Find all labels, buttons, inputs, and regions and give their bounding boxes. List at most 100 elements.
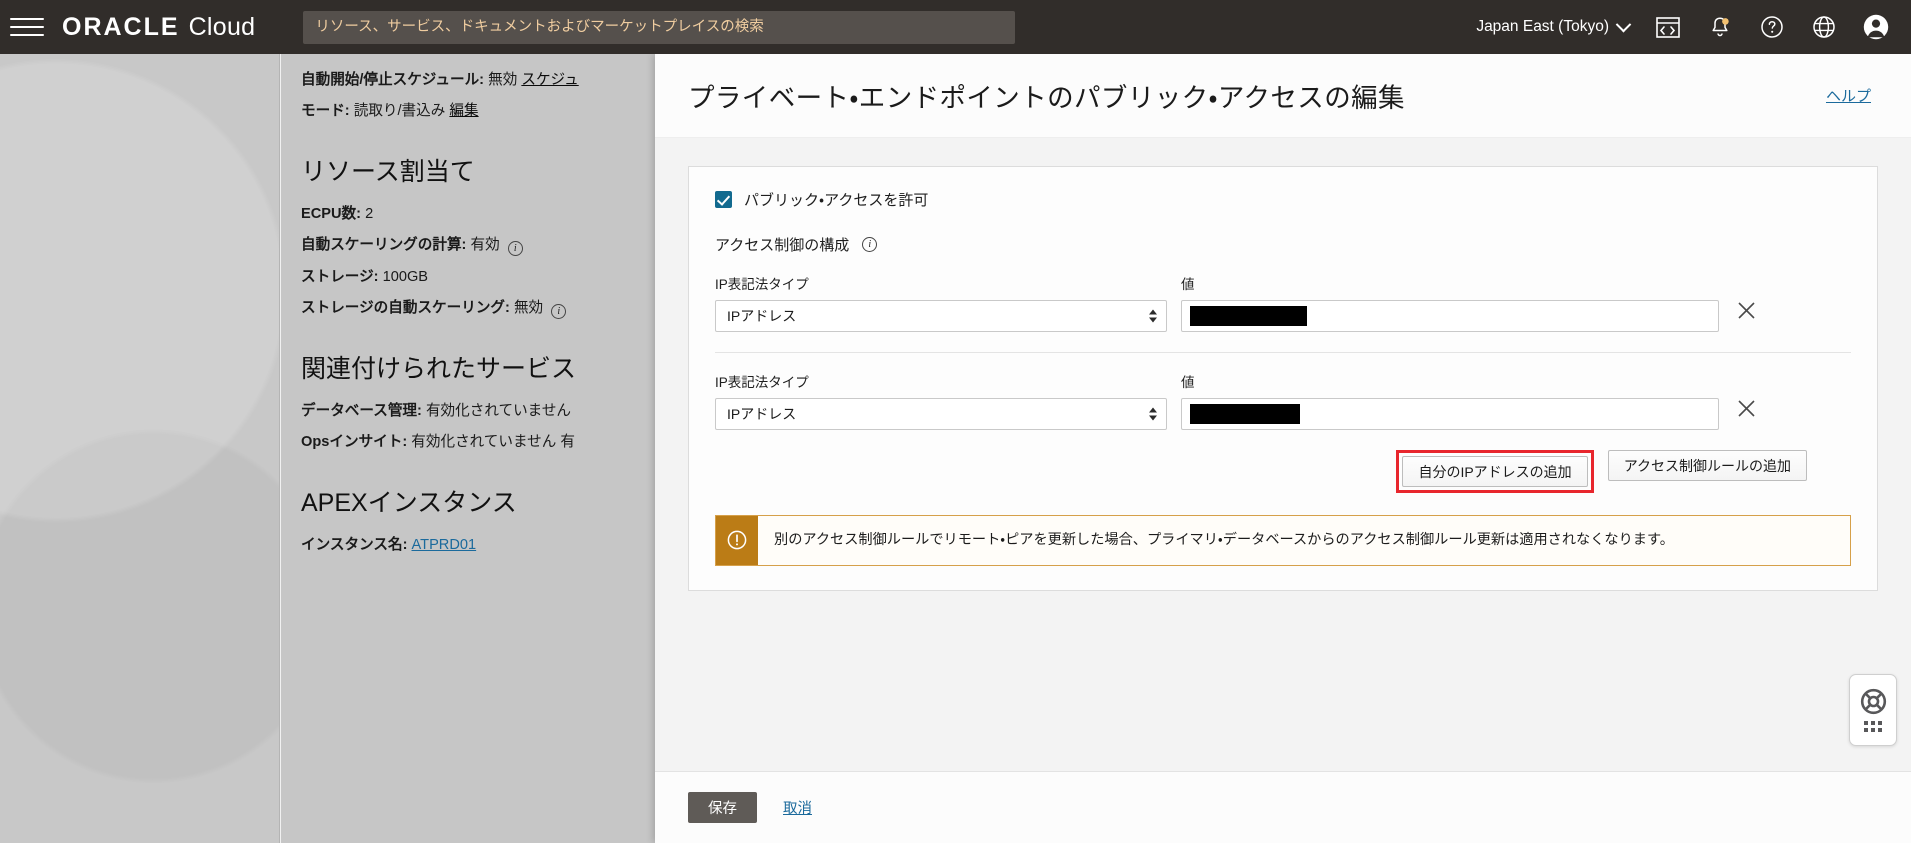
detail-line-database-management: データベース管理: 有効化されていません (301, 401, 655, 422)
access-control-card: パブリック・アクセスを許可 アクセス制御の構成 i IP表記法タイプ IPアドレ… (688, 166, 1878, 591)
detail-label: モード: (301, 103, 350, 120)
detail-value: 無効 (488, 72, 518, 88)
detail-line-storage-autoscaling: ストレージの自動スケーリング: 無効 i (301, 298, 655, 319)
hamburger-bar (10, 34, 44, 36)
redacted-value (1190, 404, 1300, 424)
help-question-icon[interactable] (1759, 14, 1785, 40)
oracle-cloud-logo[interactable]: ORACLE Cloud (62, 13, 255, 42)
warning-icon-bar (716, 516, 758, 565)
detail-value: 有効 (470, 237, 500, 254)
support-lifebuoy-icon (1860, 688, 1886, 715)
support-lifebuoy-widget[interactable] (1849, 674, 1897, 746)
edit-mode-link[interactable]: 編集 (449, 103, 478, 119)
redacted-value (1190, 306, 1307, 326)
save-button[interactable]: 保存 (688, 792, 757, 823)
detail-line-ops-insights: Opsインサイト: 有効化されていません 有 (301, 432, 655, 453)
search-input[interactable] (303, 10, 1016, 44)
region-label: Japan East (Tokyo) (1476, 18, 1609, 35)
detail-line-compute-autoscaling: 自動スケーリングの計算: 有効 i (301, 235, 655, 257)
detail-line-mode: モード: 読取り/書込み 編集 (301, 101, 655, 122)
region-selector[interactable]: Japan East (Tokyo) (1476, 16, 1632, 36)
rule-divider (715, 352, 1851, 353)
edit-public-access-panel: プライベート・エンドポイントのパブリック・アクセスの編集 ヘルプ パブリック・ア… (655, 54, 1911, 843)
notifications-bell-icon[interactable] (1707, 14, 1733, 40)
detail-value: 100GB (382, 268, 429, 285)
access-control-config-label-row: アクセス制御の構成 i (715, 234, 1851, 255)
panel-header: プライベート・エンドポイントのパブリック・アクセスの編集 ヘルプ (655, 54, 1911, 138)
detail-label: データベース管理: (301, 402, 422, 419)
remove-rule-button[interactable] (1729, 392, 1763, 424)
ip-notation-type-select[interactable]: IPアドレス (715, 300, 1167, 332)
remove-rule-button[interactable] (1729, 294, 1763, 326)
add-my-ip-button[interactable]: 自分のIPアドレスの追加 (1402, 456, 1588, 487)
global-header: ORACLE Cloud Japan East (Tokyo) (0, 0, 1911, 54)
brand-cloud-text: Cloud (188, 12, 256, 41)
info-icon[interactable]: i (507, 241, 523, 257)
detail-label: ECPU数: (301, 206, 361, 223)
ip-notation-type-select-wrapper: IPアドレス (715, 398, 1167, 430)
warning-message: 別のアクセス制御ルールでリモート・ピアを更新した場合、プライマリ・データベースか… (774, 532, 1674, 548)
info-icon[interactable]: i (862, 237, 878, 252)
detail-value: 読取り/書込み (353, 103, 446, 120)
allow-public-access-label: パブリック・アクセスを許可 (744, 192, 929, 209)
detail-label: 自動開始/停止スケジュール: (301, 72, 485, 88)
ip-value-input[interactable] (1181, 398, 1719, 430)
cloud-shell-icon[interactable] (1655, 14, 1681, 40)
detail-value: 2 (365, 206, 374, 223)
detail-line-instance-name: インスタンス名: ATPRD01 (301, 535, 655, 556)
hamburger-bar (10, 18, 44, 20)
ip-notation-type-field: IP表記法タイプ IPアドレス (715, 273, 1167, 332)
apex-instance-link[interactable]: ATPRD01 (412, 537, 477, 553)
database-detail-pane: 自動開始/停止スケジュール: 無効 スケジュ モード: 読取り/書込み 編集 リ… (281, 54, 655, 843)
ip-value-input[interactable] (1181, 300, 1719, 332)
page-title: プライベート・エンドポイントのパブリック・アクセスの編集 (688, 83, 1405, 113)
hamburger-menu-icon[interactable] (10, 14, 44, 40)
left-navigation-rail (0, 54, 280, 843)
panel-footer: 保存 取消 (655, 771, 1911, 843)
detail-label: ストレージの自動スケーリング: (301, 299, 510, 316)
brand-oracle-text: ORACLE (62, 12, 180, 41)
detail-line-storage: ストレージ: 100GB (301, 267, 655, 288)
ip-notation-type-select[interactable]: IPアドレス (715, 398, 1167, 430)
detail-line-autostart: 自動開始/停止スケジュール: 無効 スケジュ (301, 70, 655, 91)
ip-notation-type-select-wrapper: IPアドレス (715, 300, 1167, 332)
detail-value: 有効化されていません 有 (411, 434, 575, 451)
chevron-down-icon (1615, 16, 1632, 32)
ip-notation-type-field: IP表記法タイプ IPアドレス (715, 371, 1167, 430)
detail-label: インスタンス名: (301, 537, 408, 554)
allow-public-access-row[interactable]: パブリック・アクセスを許可 (715, 189, 1851, 210)
header-actions: Japan East (Tokyo) (1476, 14, 1911, 40)
access-control-rule-row: IP表記法タイプ IPアドレス 値 (715, 371, 1851, 430)
access-control-rule-row: IP表記法タイプ IPアドレス 値 (715, 273, 1851, 332)
cancel-link[interactable]: 取消 (783, 797, 812, 818)
detail-value: 有効化されていません (425, 402, 572, 419)
section-title-resource-allocation: リソース割当て (301, 158, 475, 187)
warning-banner: 別のアクセス制御ルールでリモート・ピアを更新した場合、プライマリ・データベースか… (715, 515, 1851, 566)
global-search-wrapper (303, 10, 1016, 44)
schedule-link[interactable]: スケジュ (521, 72, 578, 88)
ip-value-label: 値 (1181, 277, 1195, 292)
detail-value: 無効 (513, 299, 544, 316)
ip-value-field: 値 (1181, 371, 1719, 430)
ip-notation-type-label: IP表記法タイプ (715, 375, 809, 390)
detail-label: Opsインサイト: (301, 434, 408, 451)
detail-label: ストレージ: (301, 268, 379, 285)
section-title-apex-instance: APEXインスタンス (301, 489, 517, 518)
rule-action-buttons: 自分のIPアドレスの追加 アクセス制御ルールの追加 (715, 450, 1851, 493)
drag-handle-dots-icon[interactable] (1864, 721, 1882, 732)
help-link[interactable]: ヘルプ (1826, 85, 1871, 106)
add-my-ip-highlight: 自分のIPアドレスの追加 (1396, 450, 1594, 493)
user-avatar-icon[interactable] (1863, 14, 1889, 40)
detail-line-ecpu: ECPU数: 2 (301, 204, 655, 225)
language-globe-icon[interactable] (1811, 14, 1837, 40)
info-icon[interactable]: i (551, 303, 567, 319)
panel-body: パブリック・アクセスを許可 アクセス制御の構成 i IP表記法タイプ IPアドレ… (655, 138, 1911, 771)
section-title-associated-services: 関連付けられたサービス (301, 354, 577, 383)
allow-public-access-checkbox[interactable] (715, 191, 732, 208)
ip-notation-type-label: IP表記法タイプ (715, 277, 809, 292)
ip-value-label: 値 (1181, 375, 1195, 390)
add-access-control-rule-button[interactable]: アクセス制御ルールの追加 (1607, 450, 1807, 481)
ip-value-field: 値 (1181, 273, 1719, 332)
detail-label: 自動スケーリングの計算: (301, 237, 467, 254)
access-control-config-label: アクセス制御の構成 (715, 237, 850, 254)
